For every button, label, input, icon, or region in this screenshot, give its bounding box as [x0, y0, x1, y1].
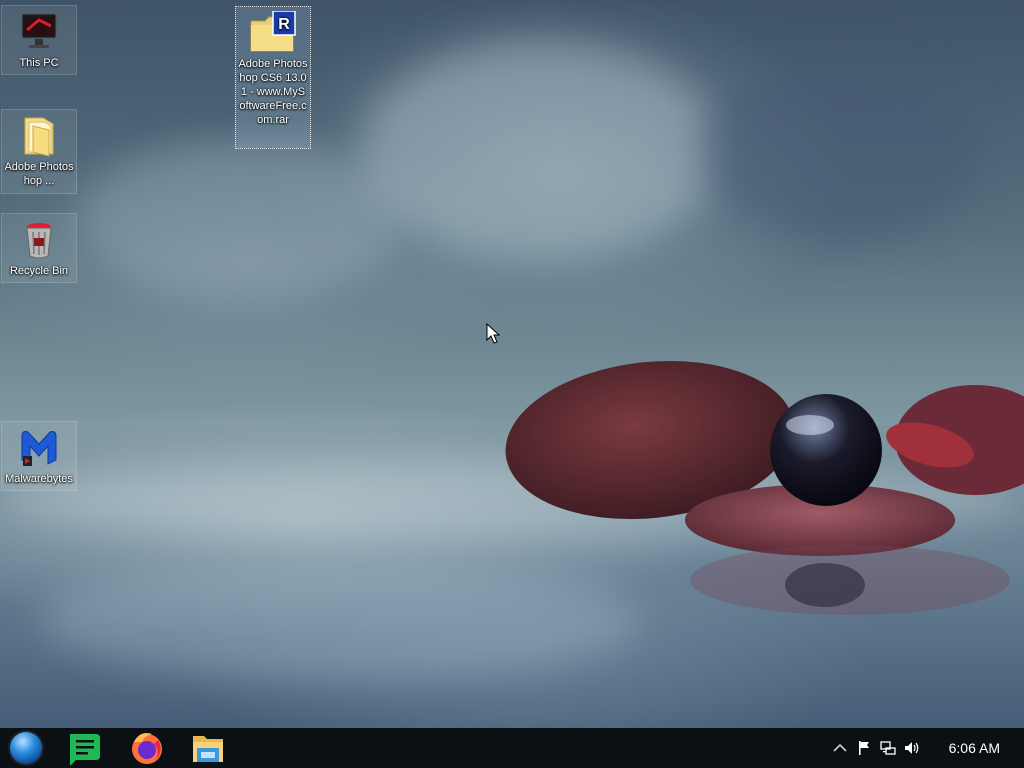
desktop-icon-malwarebytes[interactable]: Malwarebytes [1, 421, 77, 491]
mouse-cursor-icon [486, 323, 500, 344]
action-center-flag-icon[interactable] [856, 740, 872, 756]
desktop-icon-label: Malwarebytes [5, 473, 73, 485]
desktop-icon-adobe-photoshop-folder[interactable]: Adobe Photoshop ... [1, 109, 77, 194]
show-hidden-icons-chevron[interactable] [832, 740, 848, 756]
file-explorer-icon [193, 736, 223, 762]
desktop-icon-label: Adobe Photoshop CS6 13.01 - www.MySoftwa… [238, 58, 308, 126]
network-icon[interactable] [880, 740, 896, 756]
desktop-icon-label: Adobe Photoshop ... [4, 161, 74, 187]
desktop-icon-recycle-bin[interactable]: Recycle Bin [1, 213, 77, 283]
firefox-icon [132, 733, 162, 764]
computer-icon [19, 10, 59, 54]
recycle-bin-icon [19, 218, 59, 262]
malwarebytes-icon [19, 426, 59, 470]
taskbar-firefox-button[interactable] [120, 728, 172, 768]
svg-text:R: R [278, 16, 290, 33]
folder-icon [19, 114, 59, 158]
desktop-icon-label: This PC [19, 57, 59, 69]
wallpaper-petals [505, 360, 1024, 615]
volume-icon[interactable] [904, 740, 920, 756]
start-orb-icon [8, 730, 44, 766]
clock[interactable]: 6:06 AM [949, 740, 1000, 756]
desktop-icon-label: Recycle Bin [9, 265, 69, 277]
desktop-icon-this-pc[interactable]: This PC [1, 5, 77, 75]
taskbar: 6:06 AM [0, 728, 1024, 768]
start-button[interactable] [0, 728, 52, 768]
desktop-icon-photoshop-rar[interactable]: R Adobe Photoshop CS6 13.01 - www.MySoft… [235, 6, 311, 149]
desktop[interactable]: This PC Adobe Photoshop ... Recycle Bin [0, 0, 1024, 768]
notes-app-icon [70, 734, 100, 766]
taskbar-notes-app-button[interactable] [58, 728, 110, 768]
winrar-archive-icon: R [249, 10, 297, 55]
taskbar-file-explorer-button[interactable] [182, 728, 234, 768]
